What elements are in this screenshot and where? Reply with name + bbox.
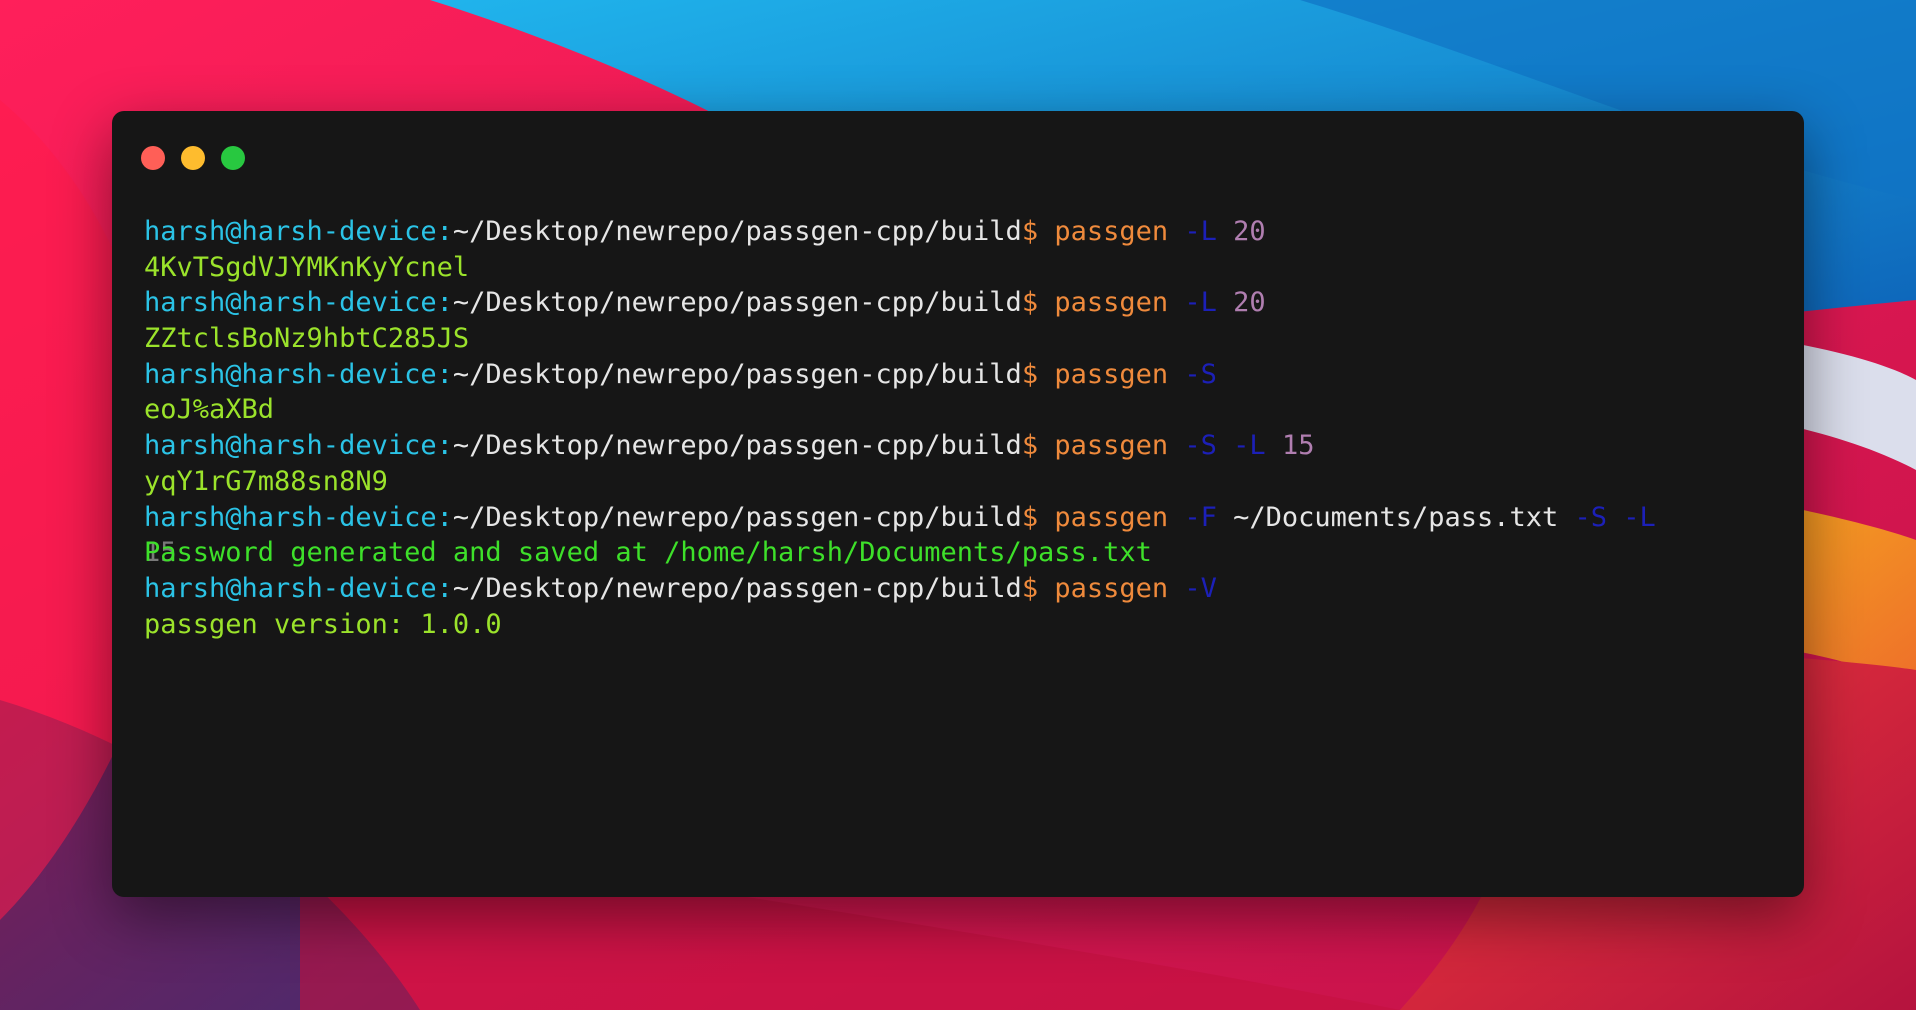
command-number: 15 xyxy=(1281,430,1315,462)
command-name: passgen xyxy=(1054,572,1185,604)
command-argument xyxy=(1217,287,1233,318)
command-flag: -S xyxy=(1574,501,1608,533)
command-number: 20 xyxy=(1233,216,1266,247)
output-line: ZZtclsBoNz9hbtC285JS xyxy=(144,321,1784,357)
prompt-line: harsh@harsh-device:~/Desktop/newrepo/pas… xyxy=(144,428,1784,464)
command-output: eoJ%aXBd xyxy=(144,394,275,426)
command-flag: -F xyxy=(1184,501,1217,533)
command-flag: -L xyxy=(1623,501,1656,533)
command-name: passgen xyxy=(1054,430,1185,462)
prompt-symbol: $ xyxy=(1021,430,1055,462)
prompt-user: harsh@harsh-device: xyxy=(144,287,453,319)
command-flag: -L xyxy=(1184,287,1217,319)
output-line: eoJ%aXBd xyxy=(144,392,1784,428)
prompt-user: harsh@harsh-device: xyxy=(144,358,453,390)
prompt-line: harsh@harsh-device:~/Desktop/newrepo/pas… xyxy=(144,500,1784,536)
prompt-user: harsh@harsh-device: xyxy=(144,430,453,462)
prompt-symbol: $ xyxy=(1021,287,1055,319)
prompt-symbol: $ xyxy=(1021,572,1055,604)
output-line: passgen version: 1.0.0 xyxy=(144,607,1784,643)
window-controls xyxy=(141,146,245,170)
command-argument: ~/Documents/pass.txt xyxy=(1216,501,1575,533)
prompt-line: harsh@harsh-device:~/Desktop/newrepo/pas… xyxy=(144,357,1784,393)
prompt-line: harsh@harsh-device:~/Desktop/newrepo/pas… xyxy=(144,571,1784,607)
prompt-user: harsh@harsh-device: xyxy=(144,572,453,604)
close-window-button[interactable] xyxy=(141,146,165,170)
command-name: passgen xyxy=(1054,216,1185,247)
command-number: 20 xyxy=(1233,287,1266,319)
prompt-user: harsh@harsh-device: xyxy=(144,216,453,247)
prompt-path: ~/Desktop/newrepo/passgen-cpp/build xyxy=(452,287,1022,319)
output-line: yqY1rG7m88sn8N9 xyxy=(144,464,1784,500)
minimize-window-button[interactable] xyxy=(181,146,205,170)
command-flag: -S xyxy=(1184,358,1217,390)
prompt-path: ~/Desktop/newrepo/passgen-cpp/build xyxy=(452,430,1022,462)
prompt-path: ~/Desktop/newrepo/passgen-cpp/build xyxy=(452,358,1022,390)
command-argument xyxy=(1217,430,1233,461)
prompt-symbol: $ xyxy=(1021,501,1055,533)
command-output: Password generated and saved at /home/ha… xyxy=(144,537,1152,569)
command-name: passgen xyxy=(1054,287,1185,319)
prompt-path: ~/Desktop/newrepo/passgen-cpp/build xyxy=(452,216,1022,247)
prompt-line: harsh@harsh-device:~/Desktop/newrepo/pas… xyxy=(144,285,1784,321)
command-flag: -L xyxy=(1184,216,1217,247)
output-line: 4KvTSgdVJYMKnKyYcnel xyxy=(144,250,1784,286)
prompt-symbol: $ xyxy=(1021,216,1055,247)
command-flag: -L xyxy=(1233,430,1266,462)
maximize-window-button[interactable] xyxy=(221,146,245,170)
command-output: passgen version: 1.0.0 xyxy=(144,608,502,640)
terminal-window[interactable]: harsh@harsh-device:~/Desktop/newrepo/pas… xyxy=(112,111,1804,897)
command-name: passgen xyxy=(1054,358,1185,390)
command-output: ZZtclsBoNz9hbtC285JS xyxy=(144,323,470,355)
terminal-output[interactable]: harsh@harsh-device:~/Desktop/newrepo/pas… xyxy=(144,214,1784,642)
output-line: 15 Password generated and saved at /home/… xyxy=(144,535,1784,571)
command-argument xyxy=(1217,216,1233,247)
command-argument xyxy=(1266,430,1282,461)
prompt-user: harsh@harsh-device: xyxy=(144,501,453,533)
command-output: 4KvTSgdVJYMKnKyYcnel xyxy=(144,251,470,283)
command-name: passgen xyxy=(1054,501,1185,533)
prompt-line: harsh@harsh-device:~/Desktop/newrepo/pas… xyxy=(144,214,1784,250)
prompt-path: ~/Desktop/newrepo/passgen-cpp/build xyxy=(452,501,1022,533)
command-flag: -V xyxy=(1184,572,1217,604)
command-output: yqY1rG7m88sn8N9 xyxy=(144,465,388,497)
command-argument xyxy=(1607,502,1623,533)
prompt-symbol: $ xyxy=(1021,358,1055,390)
command-flag: -S xyxy=(1184,430,1217,462)
prompt-path: ~/Desktop/newrepo/passgen-cpp/build xyxy=(452,572,1022,604)
